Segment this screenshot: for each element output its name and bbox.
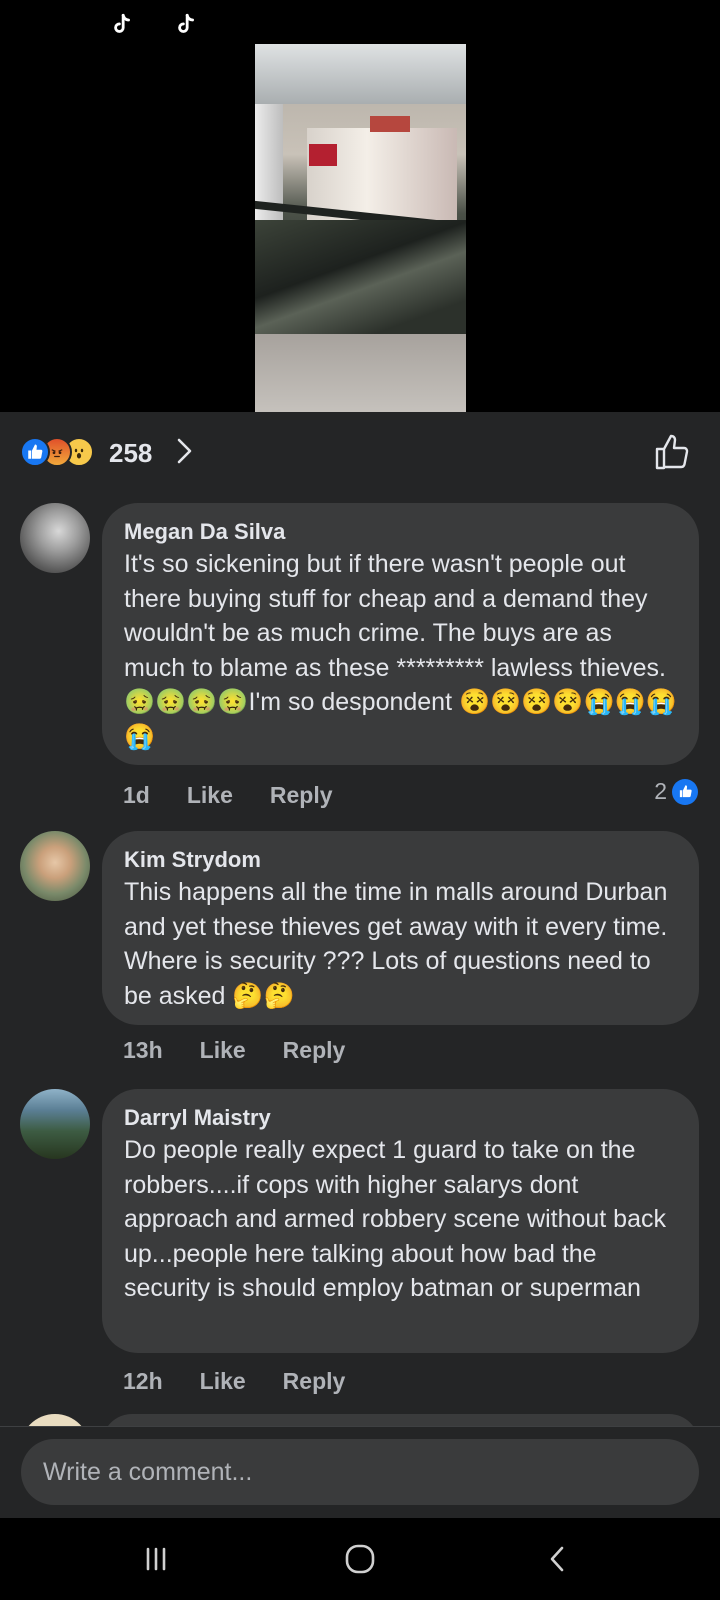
comment-actions: 13h Like Reply: [123, 1037, 345, 1064]
comment-like-count[interactable]: 2: [654, 778, 698, 805]
comment-reply-button[interactable]: Reply: [283, 1368, 346, 1395]
comment-bubble[interactable]: Darryl Maistry Do people really expect 1…: [102, 1089, 699, 1353]
avatar[interactable]: [20, 1089, 90, 1159]
comment-author[interactable]: Megan Da Silva: [124, 517, 677, 547]
comment-input[interactable]: [21, 1439, 699, 1505]
comment-bubble[interactable]: Megan Da Silva It's so sickening but if …: [102, 503, 699, 765]
video-scene-escalator: [255, 220, 466, 340]
like-icon: [672, 778, 698, 805]
comment-bubble[interactable]: Kim Strydom This happens all the time in…: [102, 831, 699, 1025]
comment-time[interactable]: 13h: [123, 1037, 163, 1064]
video-thumbnail[interactable]: [255, 44, 466, 412]
comment-text: Do people really expect 1 guard to take …: [124, 1136, 673, 1302]
comment-composer: [0, 1426, 720, 1518]
like-icon: [20, 437, 50, 467]
comment-like-button[interactable]: Like: [200, 1368, 246, 1395]
video-scene-sign: [309, 144, 337, 166]
comment-like-count-value: 2: [654, 778, 667, 804]
tiktok-icon-2: [172, 12, 198, 38]
tiktok-icon: [108, 12, 134, 38]
video-scene-sign: [370, 116, 410, 132]
comment-text: This happens all the time in malls aroun…: [124, 878, 682, 1010]
video-scene-ceiling: [255, 44, 466, 104]
comment-author[interactable]: Darryl Maistry: [124, 1103, 677, 1133]
comment-actions: 12h Like Reply: [123, 1368, 345, 1395]
reaction-count[interactable]: 258: [109, 438, 152, 469]
comment-text: It's so sickening but if there wasn't pe…: [124, 550, 677, 751]
video-scene-floor: [255, 334, 466, 412]
media-area: [0, 0, 720, 412]
comment-author[interactable]: Kim Strydom: [124, 845, 677, 875]
comment-reply-button[interactable]: Reply: [283, 1037, 346, 1064]
system-nav-bar: [0, 1518, 720, 1600]
chevron-right-icon[interactable]: [175, 436, 195, 466]
avatar[interactable]: [20, 503, 90, 573]
reactions-row: 258: [0, 412, 720, 494]
back-icon[interactable]: [535, 1536, 581, 1582]
comment-reply-button[interactable]: Reply: [270, 782, 333, 809]
avatar[interactable]: [20, 831, 90, 901]
comment-like-button[interactable]: Like: [187, 782, 233, 809]
recent-apps-icon[interactable]: [133, 1536, 179, 1582]
comment-like-button[interactable]: Like: [200, 1037, 246, 1064]
comment-time[interactable]: 1d: [123, 782, 150, 809]
comment-actions: 1d Like Reply: [123, 782, 333, 809]
comment-time[interactable]: 12h: [123, 1368, 163, 1395]
like-button[interactable]: [652, 432, 692, 472]
reaction-summary[interactable]: [20, 436, 94, 468]
home-icon[interactable]: [337, 1536, 383, 1582]
